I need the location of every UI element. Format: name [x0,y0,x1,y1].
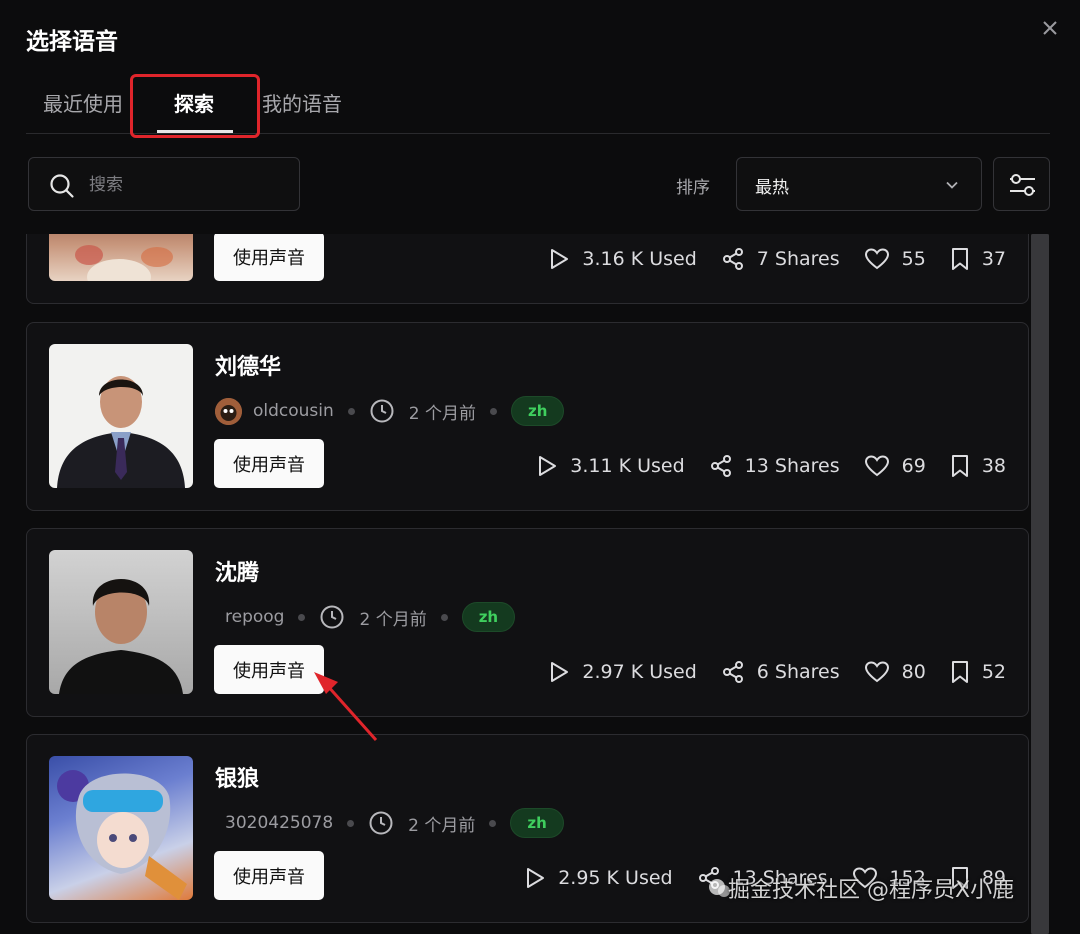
author-name[interactable]: oldcousin [253,401,334,421]
saves-stat[interactable]: 38 [950,454,1006,478]
used-count: 2.97 K Used [582,661,697,683]
separator-dot [440,613,448,621]
tab-highlight-box [130,74,260,138]
clock-icon [370,399,394,423]
language-badge: zh [511,396,565,426]
watermark-text: 掘金技术社区 @程序员X小鹿 [728,878,1015,903]
separator-dot [490,407,498,415]
search-input[interactable] [89,170,289,200]
voice-meta: 3020425078 2 个月前 zh [225,807,564,839]
saves-count: 38 [981,455,1006,477]
used-stat: 3.16 K Used [548,247,697,271]
sort-select[interactable]: 最热 [736,157,982,211]
voice-stats: 3.16 K Used 7 Shares 55 37 [524,244,1006,274]
voice-card: 使用声音 3.16 K Used 7 Shares 55 37 [26,234,1029,304]
heart-icon [864,248,889,270]
voice-name: 沈腾 [215,561,260,586]
used-stat: 2.97 K Used [548,660,697,684]
filter-button[interactable] [993,157,1050,211]
saves-stat[interactable]: 37 [950,247,1006,271]
voice-thumbnail [49,550,193,694]
used-stat: 2.95 K Used [524,866,673,890]
separator-dot [347,407,355,415]
saves-count: 37 [981,248,1006,270]
bookmark-icon [951,248,968,270]
used-count: 3.11 K Used [570,455,685,477]
shares-stat[interactable]: 6 Shares [721,660,840,684]
likes-count: 69 [901,455,926,477]
use-voice-button[interactable]: 使用声音 [214,234,324,281]
used-stat: 3.11 K Used [536,454,685,478]
shares-count: 13 Shares [744,455,840,477]
likes-stat[interactable]: 80 [864,660,926,684]
clock-icon [320,605,344,629]
clock-icon [369,811,393,835]
voice-card: 刘德华 oldcousin 2 个月前 zh 使用声音 3.11 K Used … [26,322,1029,511]
used-count: 2.95 K Used [558,867,673,889]
voice-meta: oldcousin 2 个月前 zh [215,395,565,427]
author-name[interactable]: 3020425078 [225,813,333,833]
avatar [215,397,242,425]
share-icon [722,661,743,683]
voice-thumbnail [49,234,193,281]
chevron-down-icon [946,181,958,189]
heart-icon [864,455,889,477]
language-badge: zh [461,602,516,632]
sort-selected-value: 最热 [755,178,789,198]
search-box[interactable] [28,157,300,211]
play-icon [527,868,545,888]
play-icon [539,456,557,476]
voice-thumbnail [49,344,193,488]
voice-stats: 3.11 K Used 13 Shares 69 38 [512,451,1006,481]
likes-count: 55 [901,248,926,270]
voice-card: 沈腾 repoog 2 个月前 zh 使用声音 2.97 K Used 6 Sh… [26,528,1029,717]
language-badge: zh [510,808,564,838]
voice-name: 银狼 [215,767,260,792]
bookmark-icon [951,455,968,477]
share-icon [710,455,731,477]
voice-meta: repoog 2 个月前 zh [225,601,516,633]
use-voice-button[interactable]: 使用声音 [214,645,324,694]
play-icon [551,662,569,682]
separator-dot [298,613,306,621]
search-icon [50,174,74,198]
saves-count: 52 [981,661,1006,683]
play-icon [551,249,569,269]
likes-stat[interactable]: 69 [864,454,926,478]
close-icon[interactable] [1036,14,1064,42]
shares-count: 7 Shares [756,248,840,270]
sort-label: 排序 [676,178,710,198]
likes-stat[interactable]: 55 [864,247,926,271]
voice-name: 刘德华 [215,355,282,380]
bookmark-icon [951,661,968,683]
tab-my-voices[interactable]: 我的语音 [262,88,342,117]
created-time: 2 个月前 [408,403,477,424]
voice-thumbnail [49,756,193,900]
filter-icon [1010,174,1035,196]
heart-icon [864,661,889,683]
voice-stats: 2.97 K Used 6 Shares 80 52 [524,657,1006,687]
share-icon [722,248,743,270]
shares-stat[interactable]: 13 Shares [709,454,840,478]
created-time: 2 个月前 [359,609,427,630]
use-voice-button[interactable]: 使用声音 [214,851,324,900]
voice-list: 使用声音 3.16 K Used 7 Shares 55 37 刘德华 oldc… [0,234,1080,934]
used-count: 3.16 K Used [582,248,697,270]
shares-count: 6 Shares [756,661,840,683]
separator-dot [347,819,355,827]
created-time: 2 个月前 [408,815,476,836]
use-voice-button[interactable]: 使用声音 [214,439,324,488]
likes-count: 80 [901,661,926,683]
tab-recent[interactable]: 最近使用 [43,88,123,117]
saves-stat[interactable]: 52 [950,660,1006,684]
author-name[interactable]: repoog [225,607,284,627]
separator-dot [489,819,497,827]
dialog-title: 选择语音 [26,29,118,55]
shares-stat[interactable]: 7 Shares [721,247,840,271]
